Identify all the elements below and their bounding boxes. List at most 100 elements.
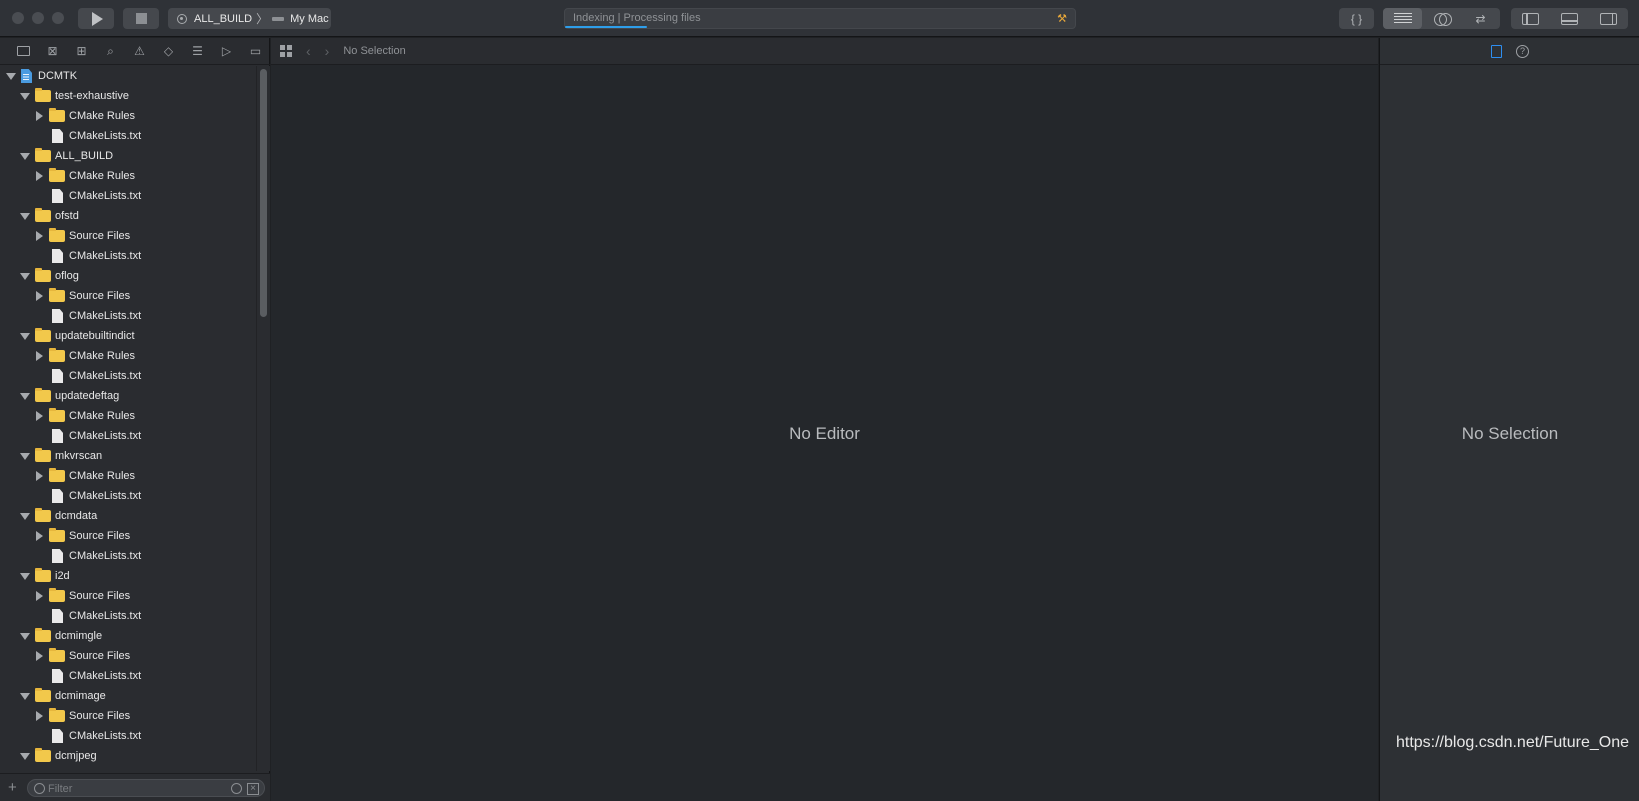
tree-folder-item[interactable]: oflog (0, 266, 256, 286)
tree-folder-item[interactable]: dcmimgle (0, 626, 256, 646)
tree-file-item[interactable]: CMakeLists.txt (0, 726, 256, 746)
activity-viewer[interactable]: Indexing | Processing files ⚒ (564, 8, 1076, 29)
disclosure-closed-icon[interactable] (36, 471, 43, 481)
related-items-icon[interactable] (280, 45, 292, 57)
tree-folder-item[interactable]: mkvrscan (0, 446, 256, 466)
tree-folder-item[interactable]: updatebuiltindict (0, 326, 256, 346)
navigator-scrollbar[interactable] (256, 66, 270, 771)
tab-report-navigator[interactable]: ▭ (241, 41, 270, 61)
disclosure-closed-icon[interactable] (36, 711, 43, 721)
disclosure-open-icon[interactable] (20, 452, 30, 460)
disclosure-closed-icon[interactable] (36, 231, 43, 241)
tree-folder-item[interactable]: Source Files (0, 586, 256, 606)
disclosure-open-icon[interactable] (20, 392, 30, 400)
tree-file-item[interactable]: CMakeLists.txt (0, 606, 256, 626)
disclosure-closed-icon[interactable] (36, 351, 43, 361)
assistant-editor-button[interactable] (1422, 8, 1461, 29)
toggle-inspector-button[interactable] (1589, 8, 1628, 29)
disclosure-closed-icon[interactable] (36, 651, 43, 661)
run-button[interactable] (78, 8, 114, 29)
disclosure-closed-icon[interactable] (36, 531, 43, 541)
tab-project-navigator[interactable] (9, 41, 38, 61)
back-arrow-icon[interactable]: ‹ (306, 43, 311, 59)
jump-bar-path[interactable]: No Selection (343, 45, 405, 57)
toggle-debug-area-button[interactable] (1550, 8, 1589, 29)
tree-folder-item[interactable]: Source Files (0, 286, 256, 306)
forward-arrow-icon[interactable]: › (325, 43, 330, 59)
library-button[interactable]: { } (1339, 8, 1374, 29)
tree-folder-item[interactable]: Source Files (0, 526, 256, 546)
stop-button[interactable] (123, 8, 159, 29)
tree-folder-item[interactable]: ofstd (0, 206, 256, 226)
tree-folder-item[interactable]: CMake Rules (0, 466, 256, 486)
recent-files-icon[interactable] (231, 783, 242, 794)
disclosure-open-icon[interactable] (20, 332, 30, 340)
tab-test-navigator[interactable]: ◇ (154, 41, 183, 61)
tab-issue-navigator[interactable]: ⚠ (125, 41, 154, 61)
filter-field: × (27, 779, 265, 797)
tree-folder-item[interactable]: dcmjpeg (0, 746, 256, 766)
tab-symbol-navigator[interactable]: ⊞ (67, 41, 96, 61)
tree-file-item[interactable]: CMakeLists.txt (0, 426, 256, 446)
tab-find-navigator[interactable]: ⌕ (96, 41, 125, 61)
disclosure-open-icon[interactable] (20, 692, 30, 700)
tree-folder-item[interactable]: CMake Rules (0, 406, 256, 426)
minimize-window-button[interactable] (32, 12, 44, 24)
filter-input[interactable] (48, 781, 208, 796)
quick-help-icon[interactable]: ? (1516, 44, 1529, 58)
tree-folder-item[interactable]: i2d (0, 566, 256, 586)
folder-icon (35, 628, 51, 642)
tree-folder-item[interactable]: Source Files (0, 646, 256, 666)
file-inspector-icon[interactable] (1491, 44, 1502, 58)
tree-folder-item[interactable]: CMake Rules (0, 106, 256, 126)
text-file-icon (52, 609, 63, 623)
source-control-filter-icon[interactable]: × (247, 783, 259, 795)
tree-folder-item[interactable]: Source Files (0, 706, 256, 726)
tab-source-control[interactable]: ⊠ (38, 41, 67, 61)
tree-folder-item[interactable]: CMake Rules (0, 346, 256, 366)
tree-item-label: ALL_BUILD (55, 150, 114, 162)
tree-file-item[interactable]: CMakeLists.txt (0, 126, 256, 146)
tree-project-item[interactable]: DCMTK (0, 66, 256, 86)
scrollbar-thumb[interactable] (260, 69, 267, 317)
tree-folder-item[interactable]: test-exhaustive (0, 86, 256, 106)
tree-item-label: Source Files (69, 230, 131, 242)
tree-file-item[interactable]: CMakeLists.txt (0, 186, 256, 206)
disclosure-closed-icon[interactable] (36, 171, 43, 181)
tree-file-item[interactable]: CMakeLists.txt (0, 246, 256, 266)
tree-file-item[interactable]: CMakeLists.txt (0, 546, 256, 566)
tab-breakpoint-navigator[interactable]: ▷ (212, 41, 241, 61)
scheme-selector[interactable]: ALL_BUILD 〉 My Mac (168, 8, 331, 29)
disclosure-closed-icon[interactable] (36, 591, 43, 601)
version-editor-button[interactable]: ⇄ (1461, 8, 1500, 29)
disclosure-closed-icon[interactable] (36, 411, 43, 421)
toggle-navigator-button[interactable] (1511, 8, 1550, 29)
tab-debug-navigator[interactable]: ☰ (183, 41, 212, 61)
tree-folder-item[interactable]: CMake Rules (0, 166, 256, 186)
disclosure-open-icon[interactable] (20, 212, 30, 220)
tree-file-item[interactable]: CMakeLists.txt (0, 306, 256, 326)
disclosure-closed-icon[interactable] (36, 291, 43, 301)
tree-file-item[interactable]: CMakeLists.txt (0, 486, 256, 506)
tree-item-label: test-exhaustive (55, 90, 129, 102)
disclosure-open-icon[interactable] (20, 572, 30, 580)
tree-file-item[interactable]: CMakeLists.txt (0, 366, 256, 386)
disclosure-open-icon[interactable] (20, 272, 30, 280)
tree-folder-item[interactable]: dcmdata (0, 506, 256, 526)
disclosure-open-icon[interactable] (20, 152, 30, 160)
add-file-button[interactable]: + (8, 779, 17, 796)
disclosure-open-icon[interactable] (20, 512, 30, 520)
tree-folder-item[interactable]: Source Files (0, 226, 256, 246)
standard-editor-button[interactable] (1383, 8, 1422, 29)
disclosure-open-icon[interactable] (6, 72, 16, 80)
tree-folder-item[interactable]: dcmimage (0, 686, 256, 706)
zoom-window-button[interactable] (52, 12, 64, 24)
disclosure-open-icon[interactable] (20, 632, 30, 640)
tree-file-item[interactable]: CMakeLists.txt (0, 666, 256, 686)
disclosure-closed-icon[interactable] (36, 111, 43, 121)
tree-folder-item[interactable]: ALL_BUILD (0, 146, 256, 166)
disclosure-open-icon[interactable] (20, 752, 30, 760)
disclosure-open-icon[interactable] (20, 92, 30, 100)
tree-folder-item[interactable]: updatedeftag (0, 386, 256, 406)
close-window-button[interactable] (12, 12, 24, 24)
